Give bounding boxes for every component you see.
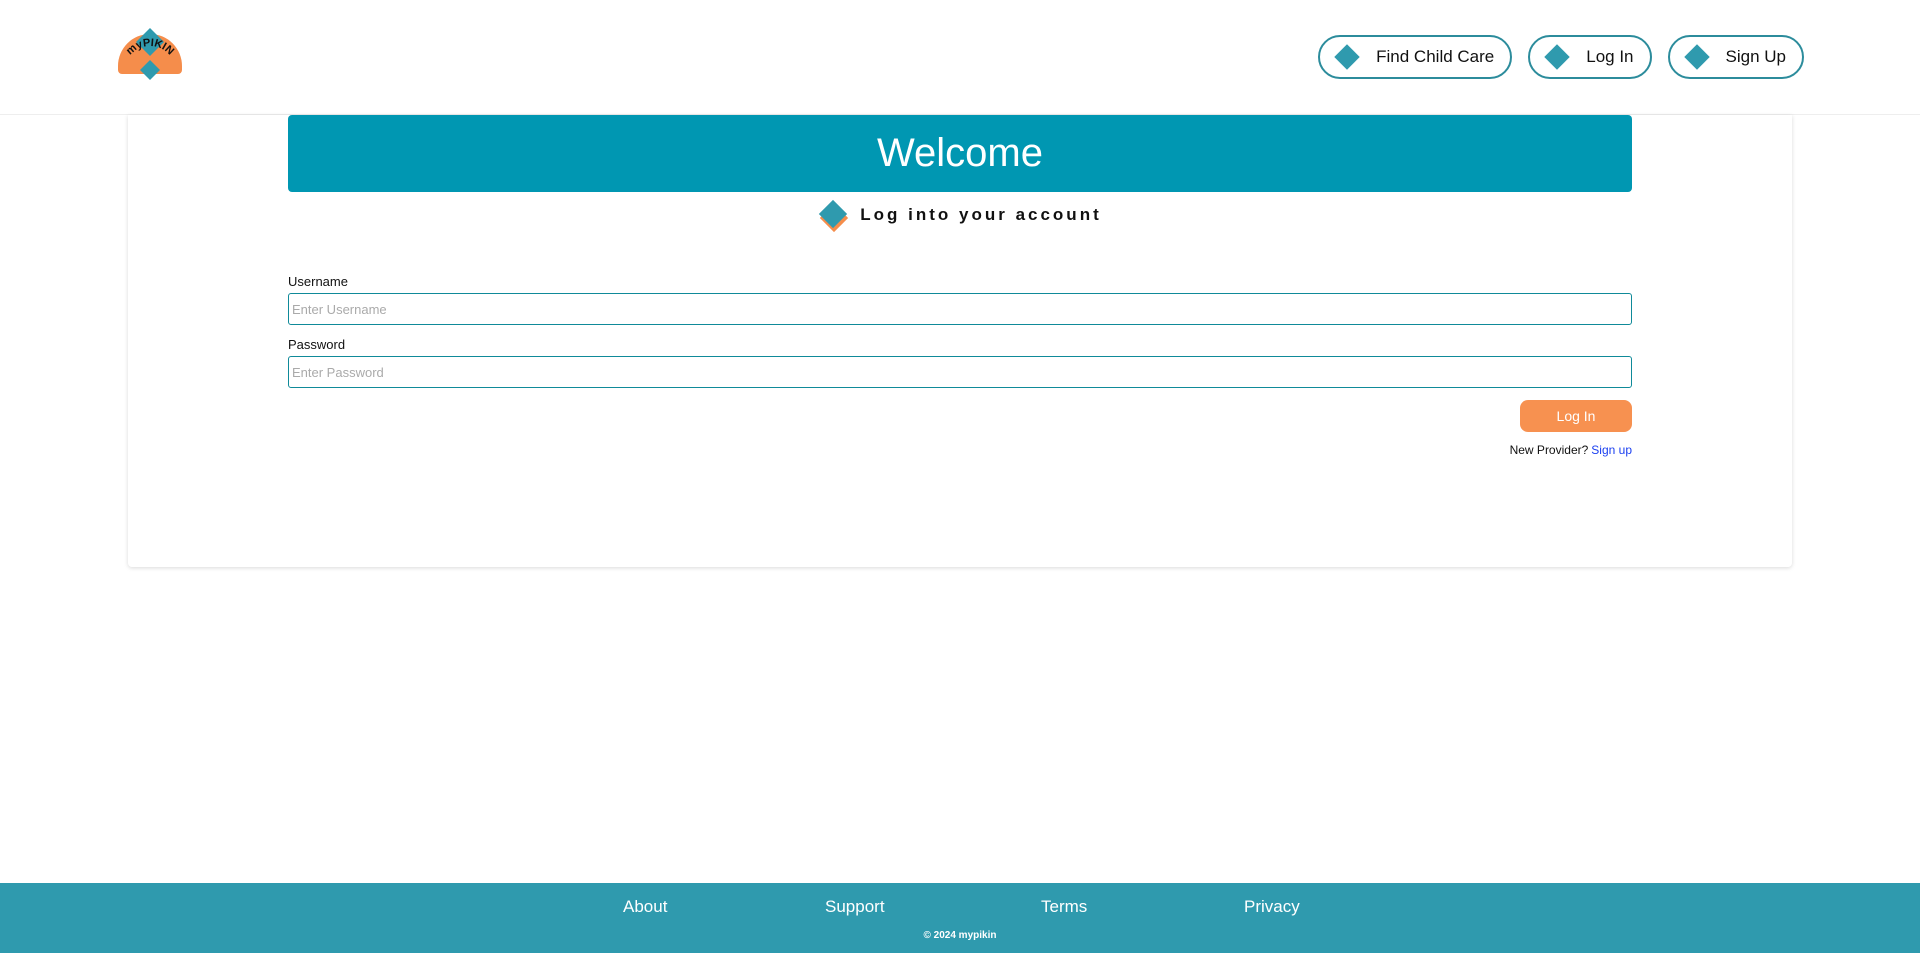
site-footer: About Support Terms Privacy © 2024 mypik…	[0, 883, 1920, 953]
login-subtitle-text: Log into your account	[860, 205, 1102, 224]
log-in-submit-button[interactable]: Log In	[1520, 400, 1632, 432]
username-label: Username	[288, 274, 348, 289]
login-subtitle: Log into your account	[0, 199, 1920, 233]
nav-sign-up-button[interactable]: Sign Up	[1667, 35, 1804, 79]
diamond-icon	[1683, 44, 1710, 70]
top-nav: Find Child Care Log In Sign Up	[1318, 35, 1804, 79]
mypikin-logo[interactable]: myPIKIN	[114, 26, 186, 84]
username-input[interactable]	[288, 293, 1632, 325]
new-provider-text: New Provider?	[1509, 443, 1589, 457]
welcome-banner: Welcome	[288, 115, 1632, 192]
nav-find-child-care-label: Find Child Care	[1376, 47, 1495, 66]
footer-privacy-link[interactable]: Privacy	[1244, 897, 1300, 917]
nav-log-in-button[interactable]: Log In	[1528, 35, 1652, 79]
nav-sign-up-label: Sign Up	[1725, 47, 1786, 66]
diamond-icon	[1334, 44, 1360, 70]
footer-terms-link[interactable]: Terms	[1041, 897, 1087, 917]
sign-up-link[interactable]: Sign up	[1591, 443, 1632, 457]
footer-support-link[interactable]: Support	[825, 897, 885, 917]
footer-about-link[interactable]: About	[623, 897, 667, 917]
diamond-icon	[1544, 44, 1570, 70]
signup-prompt: New Provider? Sign up	[1510, 443, 1632, 457]
diamond-icon	[818, 199, 849, 233]
nav-find-child-care-button[interactable]: Find Child Care	[1318, 35, 1513, 79]
password-label: Password	[288, 337, 346, 352]
copyright-text: © 2024 mypikin	[923, 930, 997, 941]
site-header: myPIKIN Find Child Care Log In Sign Up	[0, 0, 1920, 115]
password-input[interactable]	[288, 356, 1632, 388]
nav-log-in-label: Log In	[1586, 47, 1634, 66]
